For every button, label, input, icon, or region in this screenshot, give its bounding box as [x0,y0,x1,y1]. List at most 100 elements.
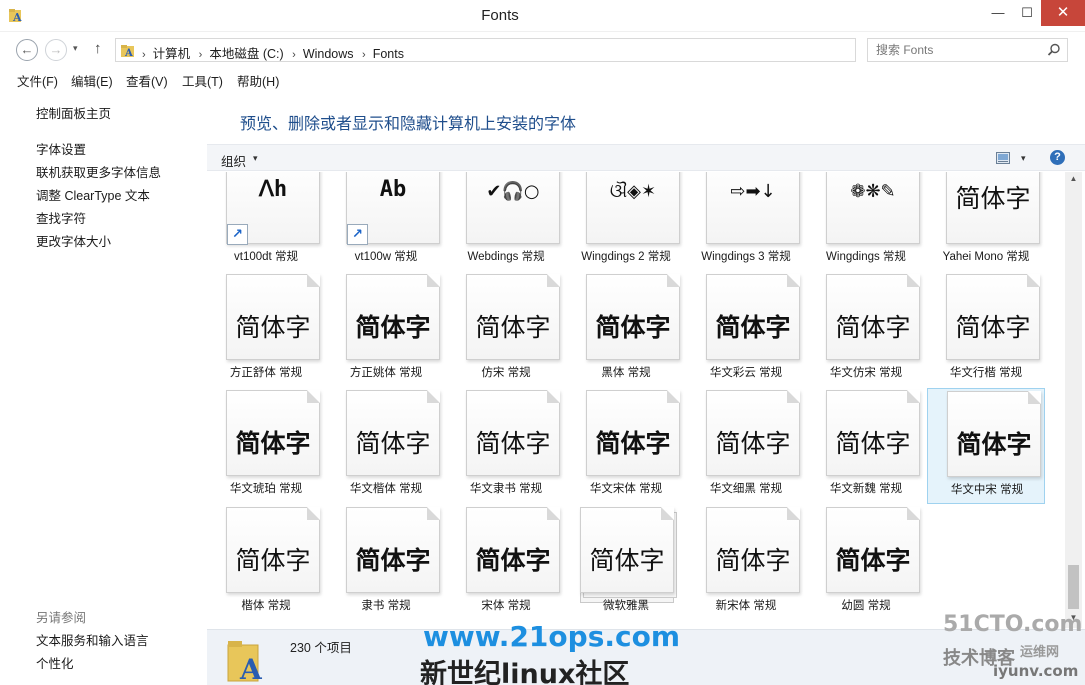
breadcrumb: › 计算机 › 本地磁盘 (C:) › Windows › Fonts [140,43,407,62]
font-preview-icon: ⇨➡↓ [706,172,800,244]
font-name-label: Wingdings 3 常规 [701,251,791,263]
font-item[interactable]: 简体字 幼圆 常规 [807,505,925,621]
font-sample-text: 简体字 [235,429,311,458]
font-preview-icon: Ab ↗ [346,172,440,245]
font-item[interactable]: 简体字 Yahei Mono 常规 [927,172,1045,274]
font-item[interactable]: ⇨➡↓ Wingdings 3 常规 [687,172,805,274]
font-item[interactable]: 简体字隶书 常规 [327,505,445,621]
font-name-label: 方正姚体 常规 [349,367,423,379]
sidebar-change-font-size[interactable]: 更改字体大小 [36,231,111,250]
font-item[interactable]: 简体字 华文琥珀 常规 [207,388,325,504]
item-count: 230 个项目 [290,641,352,655]
menu-help[interactable]: 帮助(H) [237,71,279,90]
font-item[interactable]: ᐱh ↗ vt100dt 常规 [207,172,325,274]
menu-tools[interactable]: 工具(T) [182,71,223,90]
font-item[interactable]: ❁❋✎ Wingdings 常规 [807,172,925,274]
font-preview-icon: 简体字 [226,390,320,476]
font-name-label: Wingdings 常规 [826,251,906,263]
font-preview-icon: 简体字 [346,390,440,476]
font-item[interactable]: 简体字 华文宋体 常规 [567,388,685,504]
font-preview-icon: 简体字 [580,507,674,593]
up-button[interactable]: ↑ [94,40,102,57]
sidebar-control-panel-home[interactable]: 控制面板主页 [36,103,111,122]
font-preview-icon: 简体字 [226,274,320,360]
font-item[interactable]: Ab ↗ vt100w 常规 [327,172,445,274]
search-input[interactable] [868,39,1038,61]
help-icon[interactable]: ? [1050,150,1065,165]
navigation-bar: ← → ▾ ↑ A › 计算机 › 本地磁盘 (C:) › Windows › Font… [0,33,1085,65]
font-item[interactable]: 简体字 华文新魏 常规 [807,388,925,504]
breadcrumb-separator[interactable]: › [292,49,296,61]
sidebar-font-settings[interactable]: 字体设置 [36,139,86,158]
font-name-label: 华文彩云 常规 [709,367,783,379]
font-item[interactable]: 简体字 黑体 常规 [567,272,685,388]
breadcrumb-separator[interactable]: › [199,49,203,61]
font-preview-icon: 简体字 [586,274,680,360]
font-item[interactable]: 简体字 华文细黑 常规 [687,388,805,504]
sidebar-get-font-info-online[interactable]: 联机获取更多字体信息 [36,162,161,181]
scroll-up-arrow-icon[interactable]: ▲ [1065,174,1082,183]
font-sample-text: 简体字 [355,429,431,458]
maximize-button[interactable]: ☐ [1013,0,1041,26]
font-name-label: 华文中宋 常规 [950,484,1024,496]
font-preview-icon: ᐱh ↗ [226,172,320,245]
sidebar-adjust-cleartype[interactable]: 调整 ClearType 文本 [36,185,150,204]
font-item[interactable]: 简体字 方正姚体 常规 [327,272,445,388]
search-box [867,38,1068,62]
font-item[interactable]: 简体字 宋体 常规 [447,505,565,621]
scrollbar-thumb[interactable] [1068,565,1079,609]
change-view-icon[interactable] [996,152,1010,164]
font-name-label: 华文楷体 常规 [349,483,423,495]
font-item[interactable]: 简体字华文楷体 常规 [327,388,445,504]
breadcrumb-item-windows[interactable]: Windows [303,47,354,61]
breadcrumb-separator[interactable]: › [142,49,146,61]
font-sample-text: 简体字 [715,313,791,342]
font-item[interactable]: 简体字 华文仿宋 常规 [807,272,925,388]
font-item[interactable]: 简体字 微软雅黑 [567,505,685,621]
font-name-label: 仿宋 常规 [481,367,531,379]
view-options-dropdown[interactable]: ▾ [1021,153,1026,164]
font-item[interactable]: 简体字 仿宋 常规 [447,272,565,388]
font-item[interactable]: 简体字 华文中宋 常规 [927,388,1045,504]
breadcrumb-separator[interactable]: › [362,49,366,61]
sidebar-personalization[interactable]: 个性化 [36,653,74,672]
font-item[interactable]: ଔ◈✶ Wingdings 2 常规 [567,172,685,274]
font-item[interactable]: 简体字 楷体 常规 [207,505,325,621]
breadcrumb-item-computer[interactable]: 计算机 [153,47,191,61]
font-preview-icon: ✔🎧○ [466,172,560,244]
font-sample-text: 简体字 [355,546,431,575]
window-title: Fonts [481,7,519,24]
font-sample-text: 简体字 [955,313,1031,342]
font-item[interactable]: 简体字华文彩云 常规 [687,272,805,388]
menu-view[interactable]: 查看(V) [126,71,168,90]
minimize-button[interactable]: — [983,0,1013,26]
close-button[interactable]: ✕ [1041,0,1085,26]
font-sample-text: 简体字 [835,313,911,342]
forward-button[interactable]: → [45,39,67,61]
vertical-scrollbar[interactable]: ▲ ▼ [1065,172,1082,628]
font-name-label: 隶书 常规 [361,600,411,612]
font-name-label: 华文隶书 常规 [469,483,543,495]
watermark-slogan: 新世纪linux社区 [420,659,630,685]
menu-edit[interactable]: 编辑(E) [71,71,113,90]
organize-button[interactable]: 组织 [221,151,246,170]
font-item[interactable]: 简体字 华文行楷 常规 [927,272,1045,388]
back-button[interactable]: ← [16,39,38,61]
font-sample-text: 简体字 [589,546,665,575]
sidebar-find-character[interactable]: 查找字符 [36,208,86,227]
search-icon[interactable] [1046,42,1062,58]
fonts-folder-large-icon: A [227,641,263,683]
breadcrumb-item-local-disk[interactable]: 本地磁盘 (C:) [209,47,283,61]
font-preview-icon: ❁❋✎ [826,172,920,244]
address-bar[interactable]: A ›计算机 ›本地磁盘 (C:) ›Windows ›Fonts ▾ ↻ [115,38,965,62]
recent-locations-dropdown[interactable]: ▾ [73,43,78,54]
title-bar: A Fonts — ☐ ✕ [0,0,1085,32]
font-item[interactable]: 简体字 方正舒体 常规 [207,272,325,388]
font-item[interactable]: 简体字 华文隶书 常规 [447,388,565,504]
breadcrumb-item-fonts[interactable]: Fonts [373,47,404,61]
font-item[interactable]: ✔🎧○ Webdings 常规 [447,172,565,274]
font-item[interactable]: 简体字 新宋体 常规 [687,505,805,621]
sidebar-text-services[interactable]: 文本服务和输入语言 [36,630,149,649]
menu-file[interactable]: 文件(F) [17,71,58,90]
organize-dropdown-icon[interactable]: ▾ [253,153,258,164]
